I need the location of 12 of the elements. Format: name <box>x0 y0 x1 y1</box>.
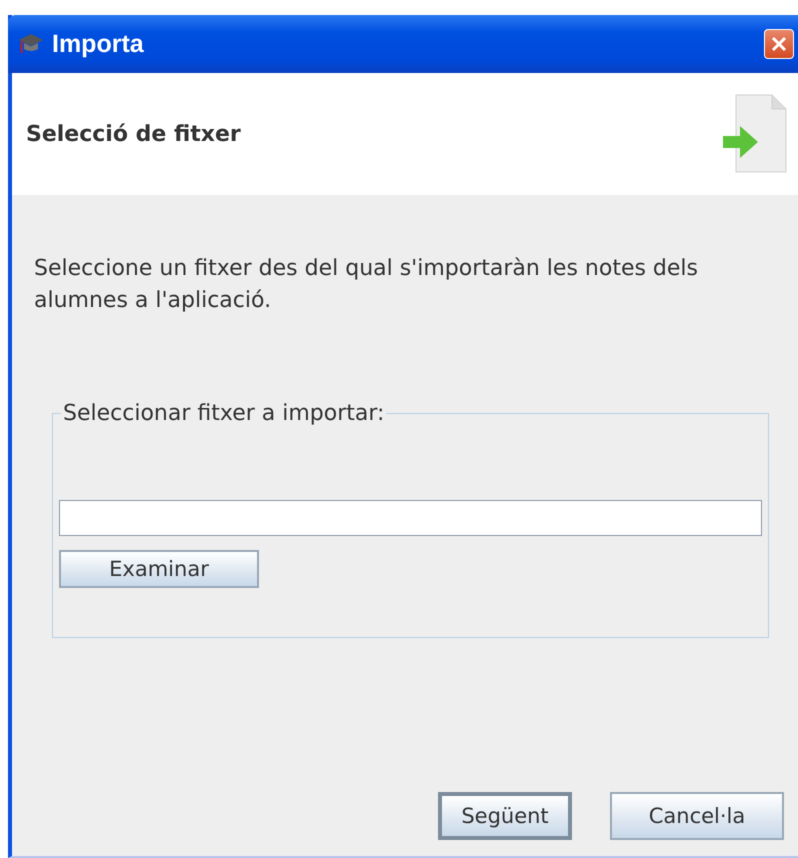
window-title: Importa <box>52 30 145 58</box>
group-legend: Seleccionar fitxer a importar: <box>61 401 386 426</box>
cancel-button[interactable]: Cancel·la <box>610 792 784 840</box>
file-import-icon <box>722 94 788 174</box>
file-path-field[interactable] <box>59 500 762 536</box>
step-title: Selecció de fitxer <box>26 122 241 146</box>
close-button[interactable] <box>764 29 794 59</box>
instruction-text: Seleccione un fitxer des del qual s'importaràn les notes dels alumnes a l'aplicació. <box>34 255 700 315</box>
browse-button[interactable]: Examinar <box>59 550 259 588</box>
close-icon <box>770 35 788 53</box>
next-button[interactable]: Següent <box>438 792 572 840</box>
graduation-cap-icon <box>18 32 44 56</box>
